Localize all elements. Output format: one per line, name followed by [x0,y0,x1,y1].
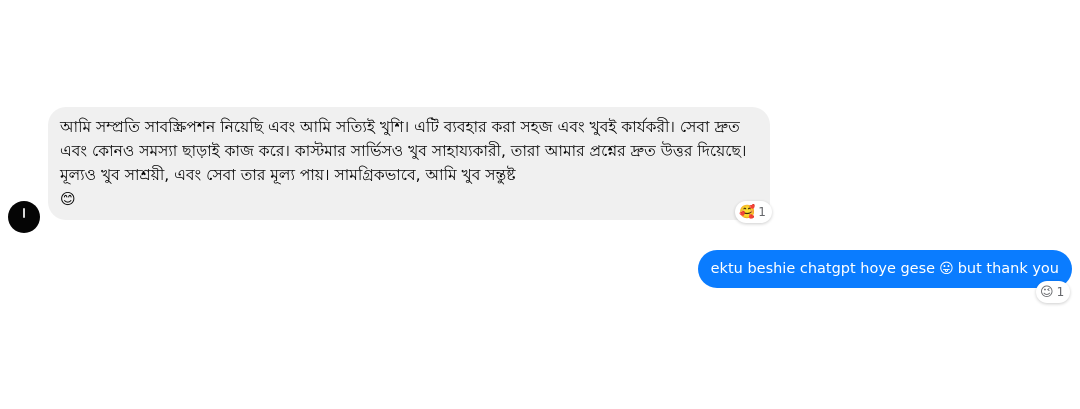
avatar-mark [23,208,25,218]
outgoing-text-before: ektu beshie chatgpt hoye gese [710,261,936,277]
outgoing-message-bubble[interactable]: ektu beshie chatgpt hoye gese 😛 but than… [697,250,1072,288]
incoming-message-text: আমি সম্প্রতি সাবস্ক্রিপশন নিয়েছি এবং আম… [60,118,747,184]
reaction-count: 1 [758,205,766,219]
reaction-count: 1 [1056,285,1065,299]
chat-thread: আমি সম্প্রতি সাবস্ক্রিপশন নিয়েছি এবং আম… [0,0,1080,409]
outgoing-reaction-badge[interactable]: 😉 1 [1036,281,1071,303]
winking-face-icon: 😉 [1040,284,1054,300]
smiling-face-with-hearts-icon: 🥰 [739,204,756,220]
incoming-reaction-badge[interactable]: 🥰 1 [735,201,772,223]
incoming-message-bubble[interactable]: আমি সম্প্রতি সাবস্ক্রিপশন নিয়েছি এবং আম… [48,107,770,220]
tongue-out-emoji-icon: 😛 [939,261,954,277]
sender-avatar[interactable] [8,201,40,233]
outgoing-text-after: but thank you [957,261,1059,277]
smiling-face-emoji-icon: 😊 [60,190,76,208]
